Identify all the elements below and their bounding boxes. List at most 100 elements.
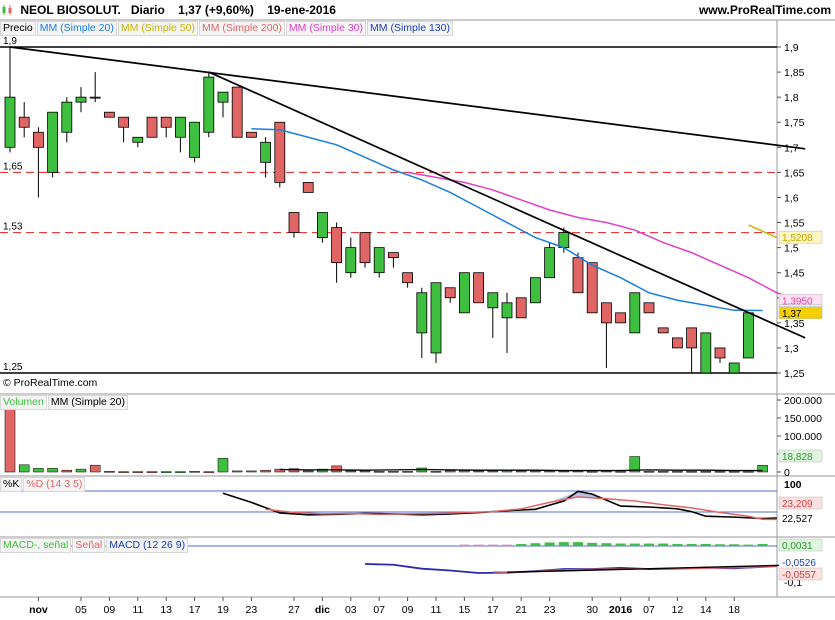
macd-hist-bar (544, 542, 555, 546)
candle-body (530, 277, 541, 304)
macd-hist-bar (516, 543, 527, 546)
copyright-label: © ProRealTime.com (3, 377, 98, 389)
level-label: 1,53 (3, 222, 23, 233)
candle-body (231, 86, 243, 138)
stoch-legend-item[interactable]: %K (0, 477, 23, 492)
time-tick-label: 2016 (609, 604, 633, 616)
chart-canvas[interactable]: 1,251,31,351,41,451,51,551,61,651,71,751… (0, 0, 835, 620)
volume-bar (61, 469, 73, 473)
level-label: 1,9 (3, 36, 17, 47)
price-legend-item[interactable]: MM (Simple 20) (36, 21, 117, 36)
time-tick-label: 17 (487, 604, 499, 616)
candle-body (104, 111, 115, 118)
macd-hist-bar (487, 544, 498, 547)
volume-bar (146, 471, 158, 473)
time-tick-label: 14 (700, 604, 712, 616)
price-legend-item[interactable]: MM (Simple 50) (117, 21, 198, 36)
time-tick-label: 12 (672, 604, 684, 616)
candle-body (217, 91, 229, 103)
value-tag-label: 23,209 (782, 499, 813, 510)
volume-bar (160, 471, 172, 473)
macd-hist-bar (686, 543, 697, 546)
price-legend-item[interactable]: MM (Simple 130) (367, 21, 453, 36)
volume-bar (373, 471, 385, 473)
price-legend-item[interactable]: MM (Simple 30) (285, 21, 367, 36)
price-legend-item[interactable]: MM (Simple 200) (198, 21, 285, 36)
time-tick-label: 13 (160, 604, 172, 616)
macd-line (506, 564, 806, 573)
volume-bar (4, 406, 16, 473)
macd-hist-bar (743, 544, 754, 547)
time-tick-label: 15 (459, 604, 471, 616)
value-tag-label: -0,0526 (782, 558, 816, 569)
candle-body (18, 116, 30, 128)
time-tick-label: 07 (373, 604, 385, 616)
candle-body (132, 136, 144, 143)
macd-hist-bar (601, 543, 612, 546)
level-label: 1,25 (3, 362, 23, 373)
price-legend-item[interactable]: Precio (0, 21, 36, 36)
time-tick-label: 21 (515, 604, 527, 616)
volume-bar (345, 470, 357, 473)
macd-legend-item[interactable]: Señal (72, 538, 106, 553)
value-tag-label: 1,37 (782, 309, 802, 320)
time-tick-label: 09 (104, 604, 116, 616)
macd-hist-bar (629, 543, 640, 546)
time-tick-label: nov (29, 604, 48, 616)
time-tick-label: 05 (75, 604, 87, 616)
candle-body (359, 232, 371, 264)
candle-body (430, 282, 442, 354)
candle-body (416, 292, 428, 334)
macd-legend-item[interactable]: MACD-, señal (0, 538, 72, 553)
value-tag-label: 0,0031 (782, 541, 813, 552)
stoch-line (265, 496, 777, 521)
candle-body (61, 101, 73, 133)
candle-body (458, 272, 470, 314)
price-tick-label: 1,65 (784, 167, 805, 179)
volume-bar (175, 471, 186, 473)
stoch-legend-item[interactable]: %D (14 3 5) (23, 477, 86, 492)
candle-body (615, 312, 626, 324)
chart-window: NEOL BIOSOLUT. Diario 1,37 (+9,60%) 19-e… (0, 0, 835, 620)
volume-bar (302, 470, 314, 473)
candle-body (47, 111, 58, 173)
series-line (748, 224, 778, 239)
candle-body (118, 116, 129, 128)
candle-body (686, 327, 697, 349)
candle-body (189, 121, 201, 158)
candle-body (331, 227, 343, 264)
stoch-tick-label: 100 (784, 479, 802, 491)
macd-hist-bar (587, 542, 598, 546)
time-tick-label: 11 (431, 604, 442, 616)
time-tick-label: 11 (132, 604, 143, 616)
candle-body (174, 116, 186, 138)
macd-hist-bar (644, 543, 654, 546)
volume-bar (544, 470, 555, 473)
volume-bar (33, 468, 44, 473)
candle-body (586, 262, 598, 314)
volume-bar (189, 471, 200, 473)
volume-legend-item[interactable]: Volumen (0, 395, 47, 410)
value-tag-label: -0,0557 (782, 570, 816, 581)
value-tag-label: 18,828 (782, 452, 813, 463)
macd-hist-bar (615, 543, 626, 546)
macd-hist-bar (573, 542, 583, 546)
time-tick-label: dic (315, 604, 330, 616)
price-tick-label: 1,75 (784, 117, 805, 129)
candle-body (601, 302, 612, 324)
volume-legend-item[interactable]: MM (Simple 20) (47, 395, 128, 410)
candle-body (743, 312, 754, 359)
volume-bar (672, 471, 683, 473)
macd-hist-bar (459, 544, 470, 547)
macd-legend-item[interactable]: MACD (12 26 9) (106, 538, 189, 553)
volume-bar (47, 468, 58, 473)
time-tick-label: 30 (586, 604, 598, 616)
macd-hist-bar (729, 544, 740, 546)
candle-body (558, 232, 570, 249)
volume-bar (359, 470, 371, 473)
volume-bar (586, 471, 598, 473)
volume-bar (388, 471, 399, 473)
candle-body (444, 287, 456, 299)
price-tick-label: 1,45 (784, 268, 805, 280)
candle-body (629, 292, 641, 334)
